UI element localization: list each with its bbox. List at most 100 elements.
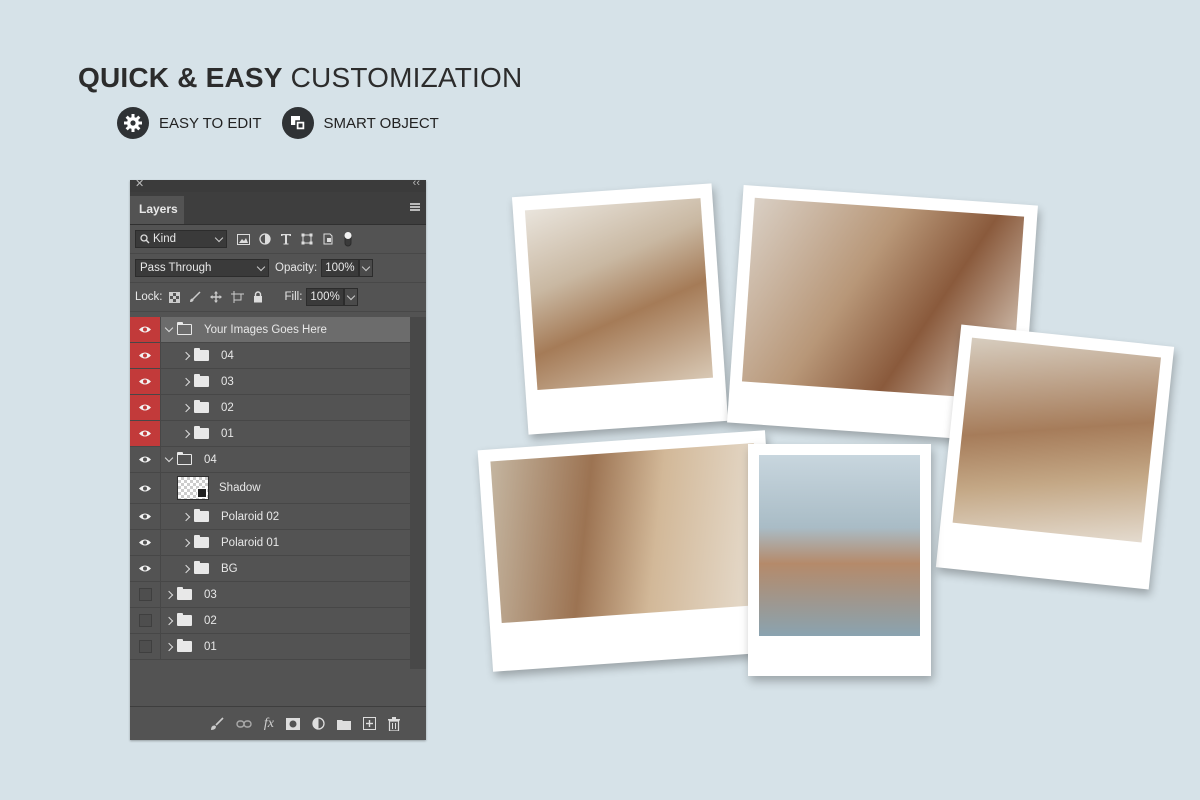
headline-light: CUSTOMIZATION [290,62,523,93]
layer-content: Your Images Goes Here [161,322,327,336]
eye-icon[interactable] [130,395,161,420]
eye-icon[interactable] [130,343,161,368]
lock-transparency-icon[interactable] [168,291,180,303]
lock-move-icon[interactable] [209,291,222,303]
gear-icon [117,107,149,139]
chevron-right-icon[interactable] [181,403,191,412]
new-layer-icon[interactable] [363,717,376,730]
search-icon [140,234,150,244]
layer-row[interactable]: 01 [130,421,410,447]
layer-content: 01 [161,426,234,440]
fx-icon[interactable]: fx [264,716,274,732]
layer-row[interactable]: Your Images Goes Here [130,317,410,343]
chevron-down-icon[interactable] [164,323,174,333]
chevron-right-icon[interactable] [164,642,174,651]
photo-image [759,455,920,636]
fill-dropdown-button[interactable] [343,288,358,306]
chevron-right-icon[interactable] [164,616,174,625]
visibility-toggle[interactable] [130,608,161,633]
chevron-right-icon[interactable] [181,429,191,438]
layer-row[interactable]: 02 [130,395,410,421]
folder-icon [177,613,192,626]
panel-menu-icon[interactable] [410,203,420,211]
eye-icon[interactable] [130,504,161,529]
brush-icon[interactable] [210,716,224,731]
opacity-label: Opacity: [275,262,318,274]
chevron-right-icon[interactable] [181,564,191,573]
filter-adjustment-icon[interactable] [259,233,271,245]
visibility-toggle[interactable] [130,634,161,659]
layer-content: 04 [161,348,234,362]
link-icon[interactable] [236,719,252,729]
visibility-toggle[interactable] [130,582,161,607]
collapse-icon[interactable]: ‹‹ [413,177,420,189]
layer-name: 04 [221,349,234,362]
folder-icon[interactable] [337,718,351,730]
filter-type-icon[interactable] [280,233,292,245]
photo-image [952,337,1161,543]
layer-row[interactable]: BG [130,556,410,582]
folder-icon [194,509,209,522]
folder-icon [194,374,209,387]
layer-name: 01 [221,427,234,440]
chevron-right-icon[interactable] [164,590,174,599]
layer-content: Polaroid 02 [161,509,279,523]
folder-icon [177,587,192,600]
layer-row[interactable]: 03 [130,369,410,395]
polaroid-photo-4 [477,430,781,672]
layer-name: 01 [204,640,217,653]
folder-icon [177,639,192,652]
lock-artboard-icon[interactable] [230,291,244,303]
folder-icon [194,535,209,548]
filter-smart-object-icon[interactable] [322,233,334,245]
chevron-right-icon[interactable] [181,512,191,521]
layer-row[interactable]: Shadow [130,473,410,504]
layer-content: 03 [161,374,234,388]
mask-icon[interactable] [286,717,300,730]
opacity-dropdown-button[interactable] [358,259,373,277]
lock-label: Lock: [135,291,163,303]
lock-all-icon[interactable] [253,291,263,303]
feature-label: EASY TO EDIT [159,114,262,132]
lock-brush-icon[interactable] [189,291,201,303]
layers-scrollbar[interactable] [410,317,426,669]
filter-image-icon[interactable] [237,233,250,245]
chevron-right-icon[interactable] [181,538,191,547]
layer-row[interactable]: 03 [130,582,410,608]
fill-label: Fill: [284,291,303,303]
blend-mode-value: Pass Through [140,262,212,274]
fill-input[interactable]: 100% [306,288,344,306]
filter-toggle[interactable] [343,231,353,247]
layer-row[interactable]: Polaroid 01 [130,530,410,556]
layer-row[interactable]: 04 [130,343,410,369]
chevron-right-icon[interactable] [181,377,191,386]
layer-row[interactable]: 04 [130,447,410,473]
eye-icon[interactable] [130,369,161,394]
eye-icon[interactable] [130,317,161,342]
adjustment-icon[interactable] [312,717,325,730]
blend-row: Pass Through Opacity: 100% [130,254,426,283]
layer-row[interactable]: 02 [130,608,410,634]
filter-shape-icon[interactable] [301,233,313,245]
layer-row[interactable]: Polaroid 02 [130,504,410,530]
layer-name: Your Images Goes Here [204,323,327,336]
trash-icon[interactable] [388,716,400,731]
opacity-input[interactable]: 100% [321,259,359,277]
blend-mode-dropdown[interactable]: Pass Through [135,259,269,277]
eye-icon[interactable] [130,530,161,555]
chevron-down-icon[interactable] [164,453,174,463]
eye-icon[interactable] [130,473,161,503]
chevron-right-icon[interactable] [181,351,191,360]
close-icon[interactable]: ✕ [135,177,144,190]
chevron-down-icon [361,262,370,271]
filter-kind-dropdown[interactable]: Kind [135,230,227,248]
eye-icon[interactable] [130,556,161,581]
eye-icon[interactable] [130,447,161,472]
folder-icon [177,322,192,335]
headline-bold: QUICK & EASY [78,62,283,93]
feature-label: SMART OBJECT [323,114,439,132]
layer-content: Polaroid 01 [161,535,279,549]
tab-layers[interactable]: Layers [130,196,184,224]
layer-row[interactable]: 01 [130,634,410,660]
eye-icon[interactable] [130,421,161,446]
